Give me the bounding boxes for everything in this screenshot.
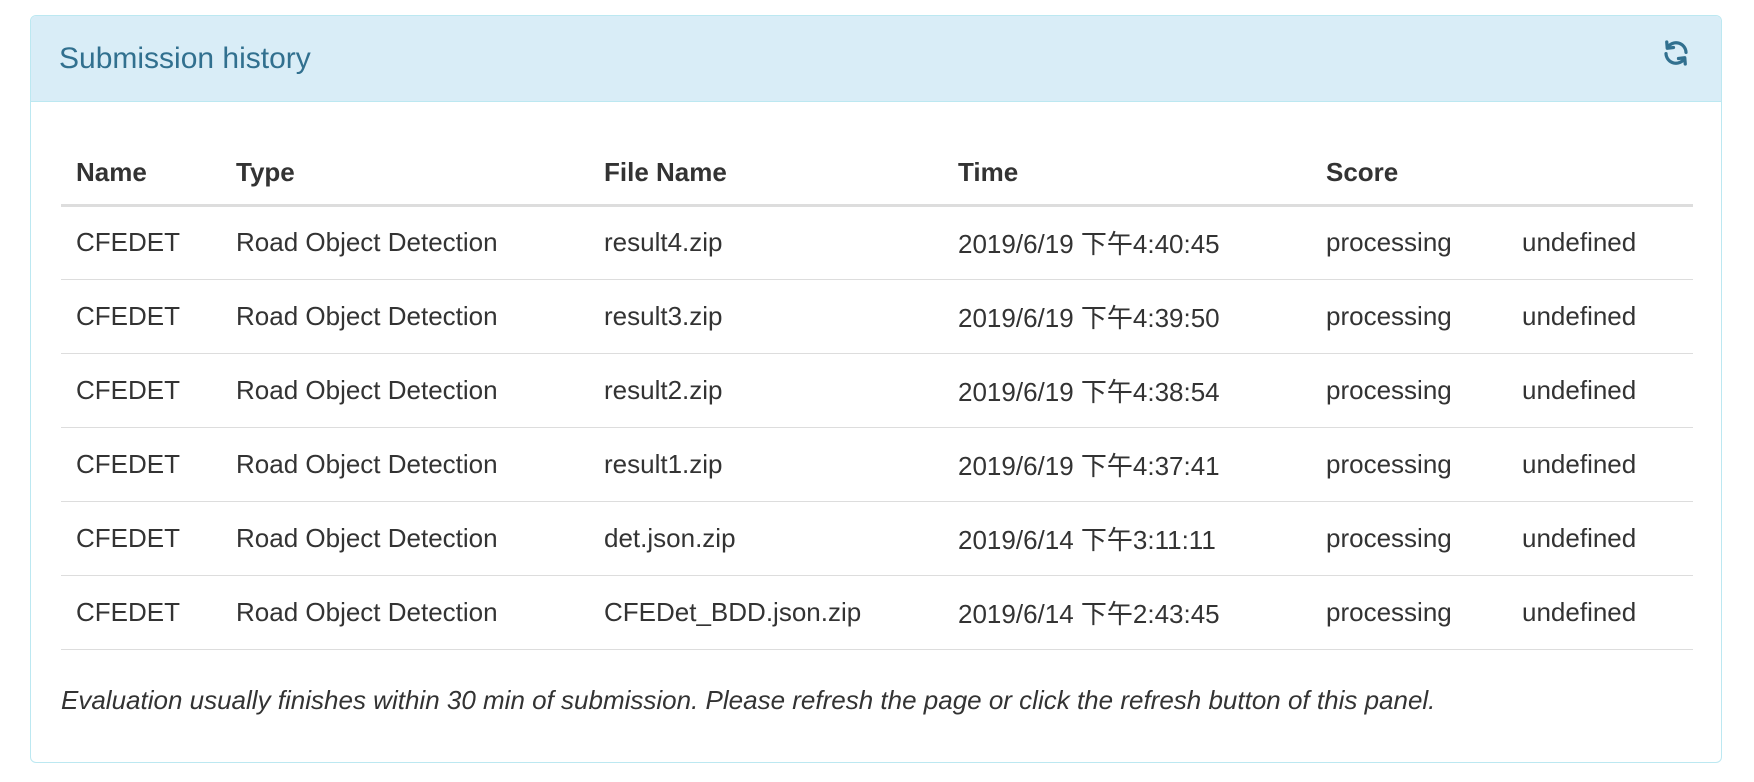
table-row: CFEDET Road Object Detection result2.zip… xyxy=(61,353,1693,428)
table-row: CFEDET Road Object Detection det.json.zi… xyxy=(61,501,1693,576)
refresh-button[interactable] xyxy=(1659,36,1693,70)
panel-body: Name Type File Name Time Score CFEDET Ro… xyxy=(31,102,1721,717)
cell-extra: undefined xyxy=(1507,205,1693,280)
column-header-name: Name xyxy=(61,102,221,207)
table-header-row: Name Type File Name Time Score xyxy=(61,102,1693,207)
evaluation-note: Evaluation usually finishes within 30 mi… xyxy=(61,684,1436,715)
cell-name: CFEDET xyxy=(61,353,221,428)
cell-name: CFEDET xyxy=(61,279,221,354)
cell-type: Road Object Detection xyxy=(221,205,589,280)
cell-time: 2019/6/14 下午2:43:45 xyxy=(943,575,1311,650)
cell-extra: undefined xyxy=(1507,353,1693,428)
table-row: CFEDET Road Object Detection CFEDet_BDD.… xyxy=(61,575,1693,650)
cell-type: Road Object Detection xyxy=(221,575,589,650)
cell-extra: undefined xyxy=(1507,279,1693,354)
table-row: CFEDET Road Object Detection result4.zip… xyxy=(61,205,1693,280)
cell-score: processing xyxy=(1311,501,1507,576)
cell-score: processing xyxy=(1311,575,1507,650)
cell-name: CFEDET xyxy=(61,205,221,280)
table-row: CFEDET Road Object Detection result3.zip… xyxy=(61,279,1693,354)
column-header-time: Time xyxy=(943,102,1311,207)
cell-time: 2019/6/19 下午4:37:41 xyxy=(943,427,1311,502)
cell-extra: undefined xyxy=(1507,427,1693,502)
cell-extra: undefined xyxy=(1507,501,1693,576)
cell-time: 2019/6/19 下午4:39:50 xyxy=(943,279,1311,354)
cell-time: 2019/6/19 下午4:40:45 xyxy=(943,205,1311,280)
cell-file-name: result1.zip xyxy=(589,427,943,502)
cell-type: Road Object Detection xyxy=(221,501,589,576)
column-header-file-name: File Name xyxy=(589,102,943,207)
cell-file-name: CFEDet_BDD.json.zip xyxy=(589,575,943,650)
submission-history-panel: Submission history Name Type File Name T… xyxy=(30,15,1722,763)
column-header-score: Score xyxy=(1311,102,1507,207)
table-row: CFEDET Road Object Detection result1.zip… xyxy=(61,427,1693,502)
cell-file-name: result4.zip xyxy=(589,205,943,280)
cell-name: CFEDET xyxy=(61,575,221,650)
panel-title: Submission history xyxy=(59,42,311,75)
cell-score: processing xyxy=(1311,353,1507,428)
cell-type: Road Object Detection xyxy=(221,427,589,502)
column-header-type: Type xyxy=(221,102,589,207)
panel-heading: Submission history xyxy=(31,16,1721,102)
cell-time: 2019/6/19 下午4:38:54 xyxy=(943,353,1311,428)
cell-score: processing xyxy=(1311,427,1507,502)
submission-table: Name Type File Name Time Score CFEDET Ro… xyxy=(61,102,1693,650)
cell-time: 2019/6/14 下午3:11:11 xyxy=(943,501,1311,576)
cell-extra: undefined xyxy=(1507,575,1693,650)
column-header-extra xyxy=(1507,102,1693,207)
refresh-icon xyxy=(1664,40,1688,66)
cell-type: Road Object Detection xyxy=(221,353,589,428)
cell-file-name: det.json.zip xyxy=(589,501,943,576)
cell-file-name: result3.zip xyxy=(589,279,943,354)
cell-score: processing xyxy=(1311,205,1507,280)
cell-file-name: result2.zip xyxy=(589,353,943,428)
cell-score: processing xyxy=(1311,279,1507,354)
cell-type: Road Object Detection xyxy=(221,279,589,354)
cell-name: CFEDET xyxy=(61,427,221,502)
cell-name: CFEDET xyxy=(61,501,221,576)
